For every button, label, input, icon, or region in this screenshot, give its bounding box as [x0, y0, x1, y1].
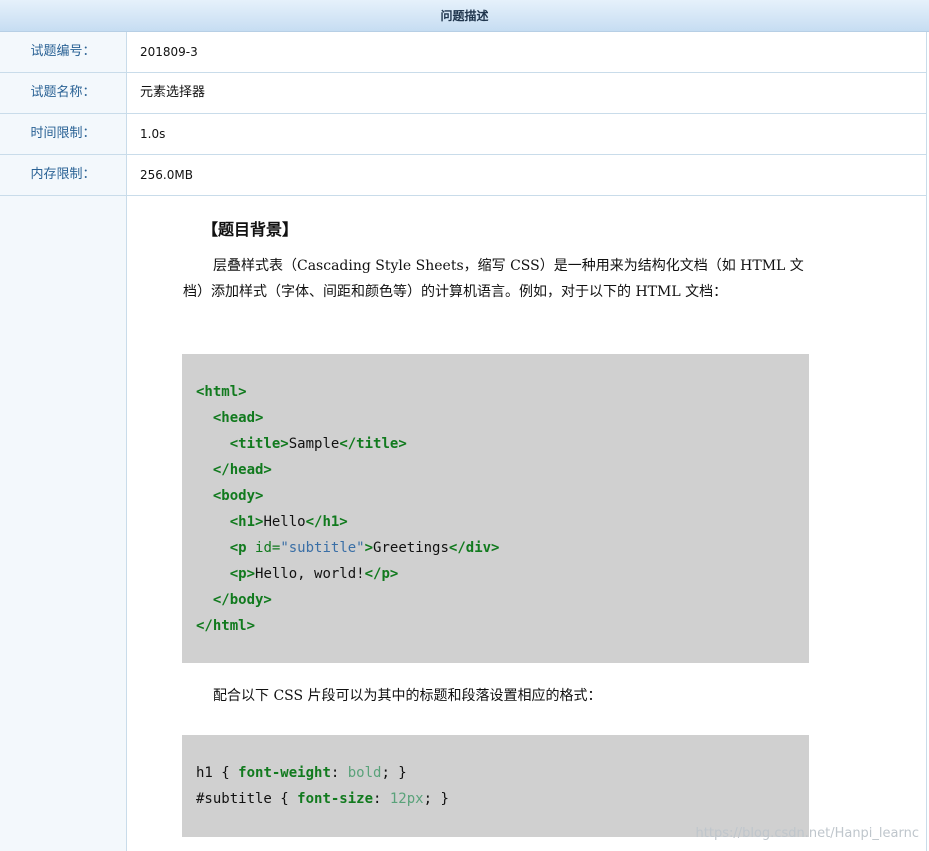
code-line: h1 { font-weight: bold; } [196, 760, 809, 786]
code-token: </div> [448, 540, 500, 556]
problem-description: 【题目背景】 层叠样式表（Cascading Style Sheets，缩写 C… [127, 196, 927, 851]
background-paragraph-text: 层叠样式表（Cascading Style Sheets，缩写 CSS）是一种用… [183, 258, 804, 300]
code-token: ; } [381, 765, 407, 781]
code-token: </title> [339, 436, 407, 452]
info-row-memory: 内存限制： 256.0MB [0, 155, 927, 196]
code-token: <title> [229, 436, 289, 452]
code-token: font-size [297, 791, 374, 807]
code-token: Hello [263, 514, 306, 530]
code-token: #subtitle { [196, 791, 298, 807]
code-line: <h1>Hello</h1> [196, 509, 809, 535]
code-line: </body> [196, 587, 809, 613]
description-label-column [0, 196, 127, 851]
code-token: <html> [196, 384, 247, 400]
code-token: <head> [212, 410, 264, 426]
css-code-block: h1 { font-weight: bold; } #subtitle { fo… [182, 735, 809, 837]
code-token: </h1> [305, 514, 348, 530]
css-intro-paragraph: 配合以下 CSS 片段可以为其中的标题和段落设置相应的格式： [183, 683, 809, 709]
info-row-time: 时间限制： 1.0s [0, 114, 927, 155]
code-line: <p>Hello, world!</p> [196, 561, 809, 587]
code-token: "subtitle" [280, 540, 365, 556]
label-time-limit: 时间限制： [0, 114, 127, 154]
info-row-name: 试题名称： 元素选择器 [0, 73, 927, 114]
code-line: <title>Sample</title> [196, 431, 809, 457]
value-time-limit: 1.0s [140, 127, 166, 141]
section-title: 【题目背景】 [202, 220, 299, 239]
code-token: </body> [212, 592, 272, 608]
html-code-block: <html> <head> <title>Sample</title> </he… [182, 354, 809, 663]
code-token: <body> [212, 488, 264, 504]
code-token: : [330, 765, 348, 781]
code-token: 12px [389, 791, 424, 807]
css-intro-paragraph-text: 配合以下 CSS 片段可以为其中的标题和段落设置相应的格式： [213, 688, 602, 704]
info-row-id: 试题编号： 201809-3 [0, 32, 927, 73]
background-paragraph: 层叠样式表（Cascading Style Sheets，缩写 CSS）是一种用… [183, 253, 809, 305]
code-token: </p> [364, 566, 399, 582]
label-problem-id: 试题编号： [0, 32, 127, 72]
code-line: </head> [196, 457, 809, 483]
code-token: <p [229, 540, 247, 556]
value-problem-name: 元素选择器 [140, 85, 206, 100]
code-line: <html> [196, 379, 809, 405]
value-problem-id: 201809-3 [140, 45, 198, 59]
code-token: > [364, 540, 374, 556]
code-line: </html> [196, 613, 809, 639]
code-line: <body> [196, 483, 809, 509]
code-line: <p id="subtitle">Greetings</div> [196, 535, 809, 561]
code-token: Hello, world! [255, 566, 365, 582]
code-line: #subtitle { font-size: 12px; } [196, 786, 809, 812]
code-token: <p> [229, 566, 256, 582]
label-memory-limit: 内存限制： [0, 155, 127, 195]
code-token: : [373, 791, 390, 807]
code-token: id= [255, 540, 281, 556]
code-line: <head> [196, 405, 809, 431]
code-token: </head> [212, 462, 272, 478]
code-token: bold [347, 765, 382, 781]
code-token: ; } [423, 791, 449, 807]
code-token: </html> [196, 618, 256, 634]
label-problem-name: 试题名称： [0, 73, 127, 113]
code-token: h1 { [196, 765, 239, 781]
value-memory-limit: 256.0MB [140, 168, 193, 182]
panel-title: 问题描述 [440, 9, 489, 23]
code-token: font-weight [238, 765, 331, 781]
code-token: Greetings [373, 540, 449, 556]
watermark: https://blog.csdn.net/Hanpi_learnc [695, 826, 919, 841]
code-token: <h1> [229, 514, 264, 530]
panel-header: 问题描述 [0, 0, 929, 32]
code-token: Sample [288, 436, 340, 452]
